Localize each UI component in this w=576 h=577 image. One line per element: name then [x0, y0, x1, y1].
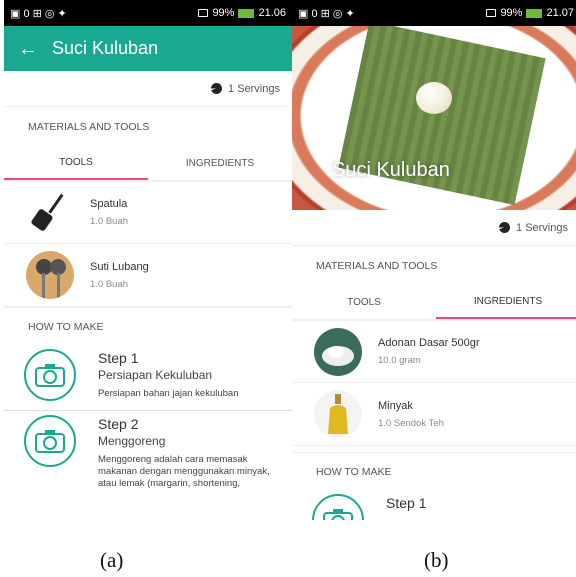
caption-b: (b): [424, 548, 449, 572]
tab-ingredients[interactable]: INGREDIENTS: [148, 147, 292, 180]
item-name: Adonan Dasar 500gr: [378, 337, 480, 349]
servings-row: 1 Servings: [4, 71, 292, 107]
tab-bar: TOOLS INGREDIENTS: [4, 147, 292, 181]
hero-title: Suci Kuluban: [332, 159, 450, 181]
item-qty: 1.0 Buah: [90, 216, 129, 227]
camera-icon: [24, 349, 76, 401]
adonan-image: [314, 327, 362, 376]
battery-icon: [526, 8, 543, 18]
page-title: Suci Kuluban: [52, 38, 159, 58]
item-name: Minyak: [378, 399, 413, 412]
suci-kuluban-image: [416, 82, 452, 114]
screen-a: ▣ 0 ⊞ ◎ ✦ 99% 21.06 ← Suci Kuluban 1 Ser…: [4, 0, 292, 520]
oil-bottle-image: [314, 390, 362, 438]
signal-icon: [198, 9, 209, 17]
item-qty: 10.0 gram: [378, 355, 421, 366]
camera-icon: [312, 494, 364, 520]
suti-lubang-image: [26, 251, 74, 299]
clock: 21.06: [258, 7, 286, 19]
hero-image: Suci Kuluban: [292, 26, 576, 210]
battery-icon: [238, 8, 255, 18]
item-name: Spatula: [90, 198, 128, 210]
caption-a: (a): [100, 548, 124, 572]
tab-tools[interactable]: TOOLS: [292, 286, 436, 319]
pie-chart-icon: [499, 222, 511, 233]
materials-label: MATERIALS AND TOOLS: [316, 260, 438, 272]
camera-icon: [24, 415, 76, 467]
step-name: Persiapan Kekuluban: [98, 368, 213, 382]
step-item[interactable]: Step 2 Menggoreng Menggoreng adalah cara…: [4, 411, 292, 490]
step-title: Step 1: [98, 350, 139, 366]
tab-bar: TOOLS INGREDIENTS: [292, 286, 576, 320]
how-to-make-label: HOW TO MAKE: [4, 307, 292, 345]
status-icons: ▣ 0 ⊞ ◎ ✦: [10, 7, 67, 20]
list-item[interactable]: Minyak 1.0 Sendok Teh: [292, 383, 576, 446]
materials-label: MATERIALS AND TOOLS: [28, 121, 150, 133]
step-item[interactable]: Step 1: [292, 490, 576, 520]
tab-tools[interactable]: TOOLS: [4, 147, 148, 180]
servings-label: 1 Servings: [228, 82, 280, 95]
signal-icon: [486, 9, 497, 17]
back-arrow-icon[interactable]: ←: [18, 39, 38, 59]
list-item[interactable]: Suti Lubang 1.0 Buah: [4, 244, 292, 307]
status-icons: ▣ 0 ⊞ ◎ ✦: [298, 7, 355, 20]
step-name: Menggoreng: [98, 434, 166, 448]
item-name: Suti Lubang: [90, 260, 149, 273]
tab-ingredients[interactable]: INGREDIENTS: [436, 286, 576, 319]
app-bar: ← Suci Kuluban: [4, 26, 292, 71]
spatula-image: [26, 189, 74, 237]
how-to-make-label: HOW TO MAKE: [292, 452, 576, 490]
step-title: Step 2: [98, 416, 139, 432]
item-qty: 1.0 Sendok Teh: [378, 417, 444, 429]
clock: 21.07: [546, 7, 574, 19]
status-bar: ▣ 0 ⊞ ◎ ✦ 99% 21.07: [292, 0, 576, 26]
list-item[interactable]: Adonan Dasar 500gr 10.0 gram: [292, 320, 576, 383]
step-desc: Persiapan bahan jajan kekuluban: [98, 388, 239, 399]
step-desc: Menggoreng adalah cara memasak makanan d…: [98, 454, 270, 489]
battery-percent: 99%: [212, 7, 235, 19]
battery-percent: 99%: [500, 7, 523, 19]
step-item[interactable]: Step 1 Persiapan Kekuluban Persiapan bah…: [4, 345, 292, 411]
servings-label: 1 Servings: [516, 221, 568, 234]
item-qty: 1.0 Buah: [90, 278, 129, 290]
list-item[interactable]: Spatula 1.0 Buah: [4, 181, 292, 244]
screen-b: ▣ 0 ⊞ ◎ ✦ 99% 21.07 Suci Kuluban 1 Servi…: [292, 0, 576, 520]
status-bar: ▣ 0 ⊞ ◎ ✦ 99% 21.06: [4, 0, 292, 26]
pie-chart-icon: [211, 83, 223, 94]
step-title: Step 1: [386, 495, 427, 511]
servings-row: 1 Servings: [292, 210, 576, 246]
